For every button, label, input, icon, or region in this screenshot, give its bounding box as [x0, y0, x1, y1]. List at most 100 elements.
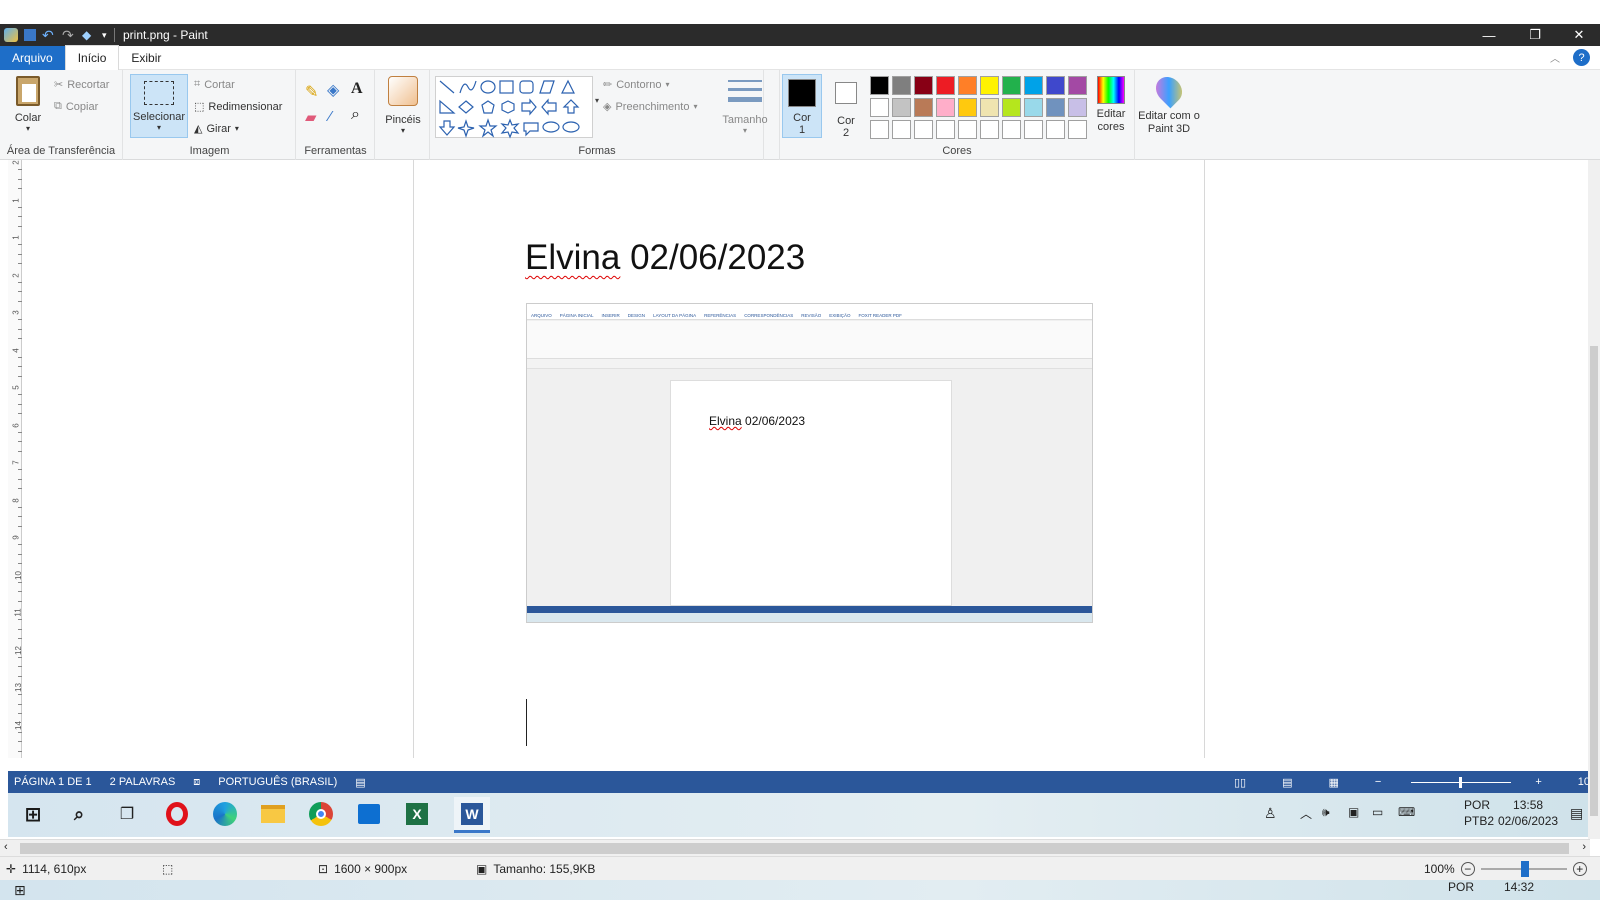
tray-chevron-icon[interactable]: ︿ [1300, 805, 1312, 822]
macro-icon[interactable]: ▤ [355, 776, 365, 789]
tab-file[interactable]: Arquivo [0, 45, 65, 70]
fill-button[interactable]: ◈ Preenchimento ▾ [603, 100, 697, 114]
file-explorer-icon[interactable] [260, 801, 286, 827]
select-button[interactable]: Selecionar ▾ [130, 74, 188, 138]
palette-swatch[interactable] [870, 120, 889, 139]
volume-icon[interactable]: 🕪 [1322, 805, 1330, 820]
palette-swatch[interactable] [914, 98, 933, 117]
color-palette[interactable] [870, 76, 1090, 140]
store-icon[interactable] [356, 801, 382, 827]
tab-home[interactable]: Início [64, 45, 120, 70]
customize-qat-icon[interactable]: ▾ [102, 28, 110, 42]
paste-button[interactable]: Colar ▾ [10, 76, 46, 133]
palette-swatch[interactable] [892, 120, 911, 139]
proofing-icon[interactable]: ⧈ [193, 776, 200, 789]
palette-swatch[interactable] [1024, 98, 1043, 117]
vertical-scroll-thumb[interactable] [1590, 346, 1598, 816]
keyboard-icon[interactable]: ⌨ [1398, 805, 1415, 819]
tab-view[interactable]: Exibir [119, 46, 173, 70]
minimize-button[interactable]: — [1466, 24, 1512, 46]
palette-swatch[interactable] [980, 120, 999, 139]
battery-icon[interactable]: ▭ [1372, 805, 1383, 819]
eraser-icon[interactable]: ▰ [305, 108, 317, 126]
close-button[interactable]: ✕ [1558, 24, 1600, 46]
zoom-out-button[interactable]: − [1460, 862, 1475, 876]
color2-button[interactable]: Cor 2 [826, 74, 866, 139]
palette-swatch[interactable] [914, 120, 933, 139]
palette-swatch[interactable] [870, 76, 889, 95]
excel-icon[interactable]: X [404, 801, 430, 827]
network-icon[interactable]: ▣ [1348, 805, 1359, 819]
palette-swatch[interactable] [958, 98, 977, 117]
input-language[interactable]: POR PTB2 [1464, 797, 1494, 829]
palette-swatch[interactable] [958, 120, 977, 139]
palette-swatch[interactable] [870, 98, 889, 117]
redo-icon[interactable]: ↷ [62, 28, 76, 42]
resize-button[interactable]: ⬚ Redimensionar [194, 100, 282, 114]
language-indicator[interactable]: PORTUGUÊS (BRASIL) [218, 776, 337, 788]
web-layout-icon[interactable]: ▦ [1328, 776, 1338, 789]
shapes-gallery[interactable] [435, 76, 593, 139]
scroll-left-icon[interactable]: ‹ [4, 841, 8, 853]
task-view-icon[interactable]: ❐ [114, 801, 140, 827]
paint3d-button[interactable]: Editar com o Paint 3D [1138, 71, 1200, 136]
save-icon[interactable] [24, 29, 36, 41]
palette-swatch[interactable] [936, 98, 955, 117]
outer-input-language[interactable]: POR [1448, 880, 1474, 894]
palette-swatch[interactable] [980, 98, 999, 117]
undo-icon[interactable]: ↶ [42, 28, 56, 42]
zoom-in-button[interactable]: + [1572, 862, 1587, 876]
horizontal-scroll-thumb[interactable] [20, 843, 1569, 854]
color1-button[interactable]: Cor 1 [782, 74, 822, 138]
fill-icon[interactable]: ◆ [82, 28, 96, 42]
horizontal-scrollbar[interactable]: ‹ › [0, 839, 1590, 856]
outline-button[interactable]: ✏ Contorno ▾ [603, 78, 670, 92]
word-icon[interactable]: W [454, 797, 490, 833]
edit-colors-button[interactable]: Editar cores [1088, 76, 1134, 134]
outer-clock[interactable]: 14:32 [1504, 880, 1534, 894]
word-count[interactable]: 2 PALAVRAS [110, 776, 176, 788]
notification-icon[interactable]: ▤ [1570, 805, 1583, 822]
palette-swatch[interactable] [892, 76, 911, 95]
zoom-out-icon[interactable]: − [1375, 776, 1381, 788]
people-icon[interactable]: ♙ [1264, 805, 1277, 822]
search-icon[interactable]: ⌕ [66, 801, 92, 827]
palette-swatch[interactable] [1002, 120, 1021, 139]
help-icon[interactable]: ? [1573, 49, 1590, 66]
size-button[interactable]: Tamanho ▾ [710, 76, 780, 135]
palette-swatch[interactable] [1046, 98, 1065, 117]
page-count[interactable]: PÁGINA 1 DE 1 [14, 776, 92, 788]
edge-icon[interactable] [212, 801, 238, 827]
palette-swatch[interactable] [1046, 120, 1065, 139]
rotate-button[interactable]: ◭ Girar ▾ [194, 122, 239, 136]
palette-swatch[interactable] [936, 76, 955, 95]
palette-swatch[interactable] [958, 76, 977, 95]
copy-button[interactable]: ⧉ Copiar [54, 100, 98, 113]
print-layout-icon[interactable]: ▤ [1282, 776, 1292, 789]
palette-swatch[interactable] [892, 98, 911, 117]
vertical-scrollbar[interactable] [1588, 160, 1600, 839]
clock[interactable]: 13:58 02/06/2023 [1498, 797, 1558, 829]
palette-swatch[interactable] [1002, 76, 1021, 95]
pencil-icon[interactable]: ✎ [305, 82, 318, 102]
text-icon[interactable]: A [351, 80, 363, 98]
outer-start-icon[interactable]: ⊞ [14, 882, 26, 899]
scroll-right-icon[interactable]: › [1582, 841, 1586, 853]
brushes-button[interactable]: Pincéis ▾ [380, 76, 426, 135]
read-mode-icon[interactable]: ▯▯ [1234, 776, 1246, 789]
fill-bucket-icon[interactable]: ◈ [327, 80, 339, 100]
shapes-scroll-icon[interactable]: ▾ [595, 96, 599, 105]
palette-swatch[interactable] [1046, 76, 1065, 95]
collapse-ribbon-icon[interactable]: ︿ [1550, 50, 1560, 65]
zoom-in-icon[interactable]: + [1535, 776, 1541, 788]
restore-button[interactable]: ❐ [1512, 24, 1558, 46]
palette-swatch[interactable] [1068, 98, 1087, 117]
magnifier-icon[interactable]: ⌕ [351, 106, 360, 124]
chrome-icon[interactable] [308, 801, 334, 827]
palette-swatch[interactable] [1068, 76, 1087, 95]
palette-swatch[interactable] [1024, 120, 1043, 139]
palette-swatch[interactable] [980, 76, 999, 95]
palette-swatch[interactable] [936, 120, 955, 139]
cut-button[interactable]: ✂ Recortar [54, 78, 109, 92]
opera-icon[interactable] [164, 801, 190, 827]
